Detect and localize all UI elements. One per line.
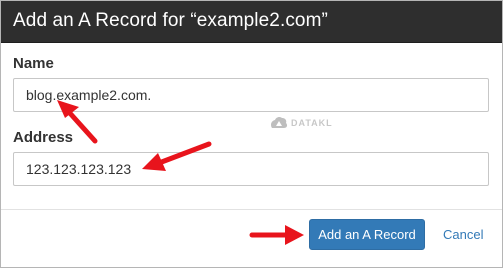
- address-input[interactable]: 123.123.123.123: [13, 152, 489, 186]
- red-arrow-icon: [249, 225, 304, 245]
- address-label: Address: [13, 129, 74, 146]
- add-a-record-button[interactable]: Add an A Record: [309, 219, 425, 250]
- name-input[interactable]: blog.example2.com.: [13, 78, 489, 112]
- name-label: Name: [13, 55, 54, 72]
- cancel-button[interactable]: Cancel: [443, 227, 483, 242]
- dialog-header: Add an A Record for “example2.com”: [1, 1, 502, 43]
- add-a-record-dialog: Add an A Record for “example2.com” Name …: [0, 0, 503, 268]
- watermark-logo-icon: [271, 116, 288, 128]
- footer-divider: [1, 209, 502, 210]
- watermark: DATAKL: [269, 115, 333, 131]
- dialog-title: Add an A Record for “example2.com”: [13, 10, 328, 31]
- watermark-text: DATAKL: [291, 118, 333, 128]
